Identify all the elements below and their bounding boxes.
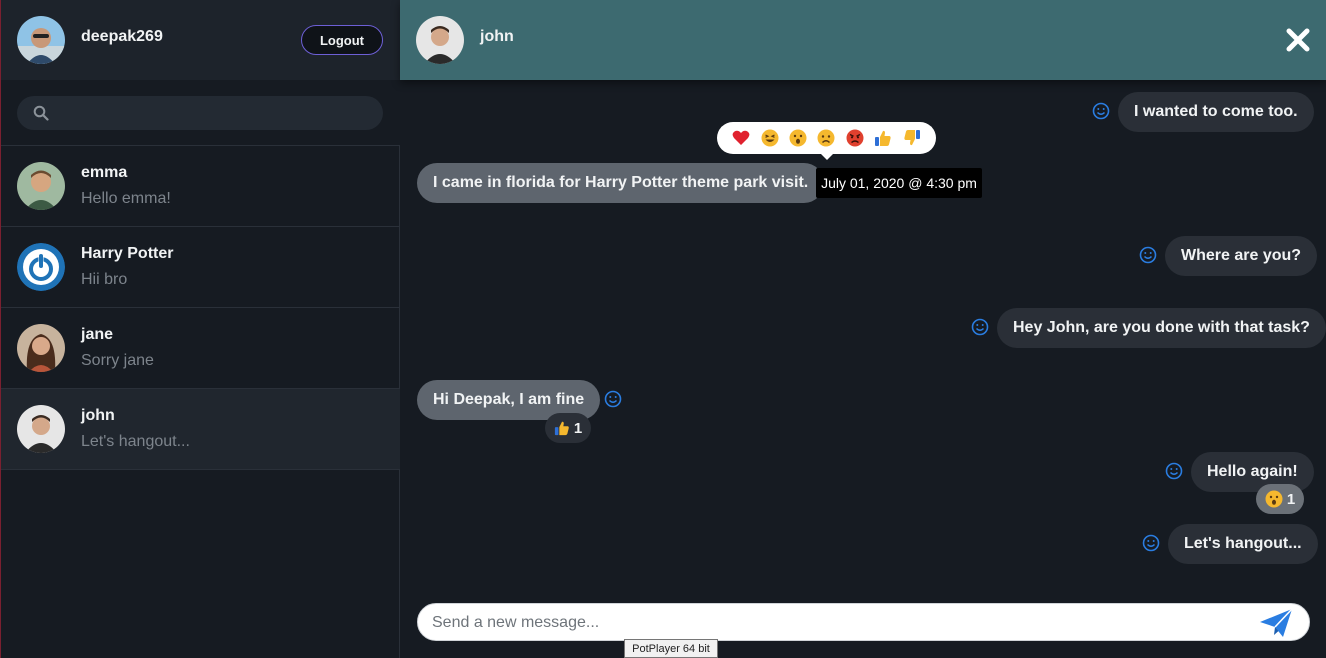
sad-face-icon[interactable] [816,128,836,148]
add-reaction-icon[interactable] [971,318,989,336]
current-username: deepak269 [81,28,163,45]
contact-item-jane[interactable]: jane Sorry jane [1,308,400,389]
thumbs-up-icon [554,421,569,436]
surprised-face-icon[interactable] [788,128,808,148]
sidebar: deepak269 Logout emma Hello emma! Harry … [0,0,400,658]
message-timestamp-tooltip: July 01, 2020 @ 4:30 pm [816,168,982,198]
contact-last-message: Hello emma! [81,190,171,207]
contact-avatar [17,324,65,372]
add-reaction-icon[interactable] [1139,246,1157,264]
message-bubble[interactable]: I came in florida for Harry Potter theme… [417,163,825,203]
reaction-picker-pointer [820,153,834,160]
contact-item-emma[interactable]: emma Hello emma! [1,146,400,227]
contact-item-john[interactable]: john Let's hangout... [1,389,400,470]
contact-name: jane [81,326,114,343]
search-icon [33,105,49,121]
logout-button[interactable]: Logout [301,25,383,55]
add-reaction-icon[interactable] [1165,462,1183,480]
send-icon[interactable] [1259,608,1293,638]
contact-name: Harry Potter [81,245,174,262]
add-reaction-icon[interactable] [1142,534,1160,552]
message-bubble[interactable]: I wanted to come too. [1118,92,1314,132]
add-reaction-icon[interactable] [604,390,622,408]
laughing-face-icon[interactable] [760,128,780,148]
thumbs-up-icon[interactable] [873,128,893,148]
contact-avatar [17,405,65,453]
surprised-face-icon [1265,490,1283,508]
contact-name: john [81,407,115,424]
system-tooltip: PotPlayer 64 bit [624,639,718,658]
message-bubble[interactable]: Hey John, are you done with that task? [997,308,1326,348]
contact-last-message: Sorry jane [81,352,154,369]
heart-icon[interactable] [731,128,751,148]
reaction-badge[interactable]: 1 [1256,484,1304,514]
thumbs-down-icon[interactable] [902,128,922,148]
message-composer [417,603,1310,642]
contact-avatar [17,243,65,291]
reaction-count: 1 [573,419,583,437]
close-icon[interactable] [1284,26,1312,54]
contact-item-harry-potter[interactable]: Harry Potter Hii bro [1,227,400,308]
chat-contact-name: john [480,28,514,45]
message-input[interactable] [430,604,1254,642]
contact-name: emma [81,164,128,181]
search-input[interactable] [61,96,365,132]
reaction-badge[interactable]: 1 [545,413,591,443]
chat-header: john [400,0,1326,80]
sidebar-header: deepak269 Logout [1,0,400,80]
my-avatar[interactable] [17,16,65,64]
contact-last-message: Let's hangout... [81,433,190,450]
contact-avatar [17,162,65,210]
angry-face-icon[interactable] [845,128,865,148]
message-bubble[interactable]: Let's hangout... [1168,524,1318,564]
reaction-picker [717,122,936,154]
search-bar[interactable] [17,96,383,132]
contact-last-message: Hii bro [81,271,128,288]
reaction-count: 1 [1286,490,1296,508]
add-reaction-icon[interactable] [1092,102,1110,120]
message-bubble[interactable]: Where are you? [1165,236,1318,276]
search-section [1,80,400,146]
chat-contact-avatar[interactable] [416,16,464,64]
